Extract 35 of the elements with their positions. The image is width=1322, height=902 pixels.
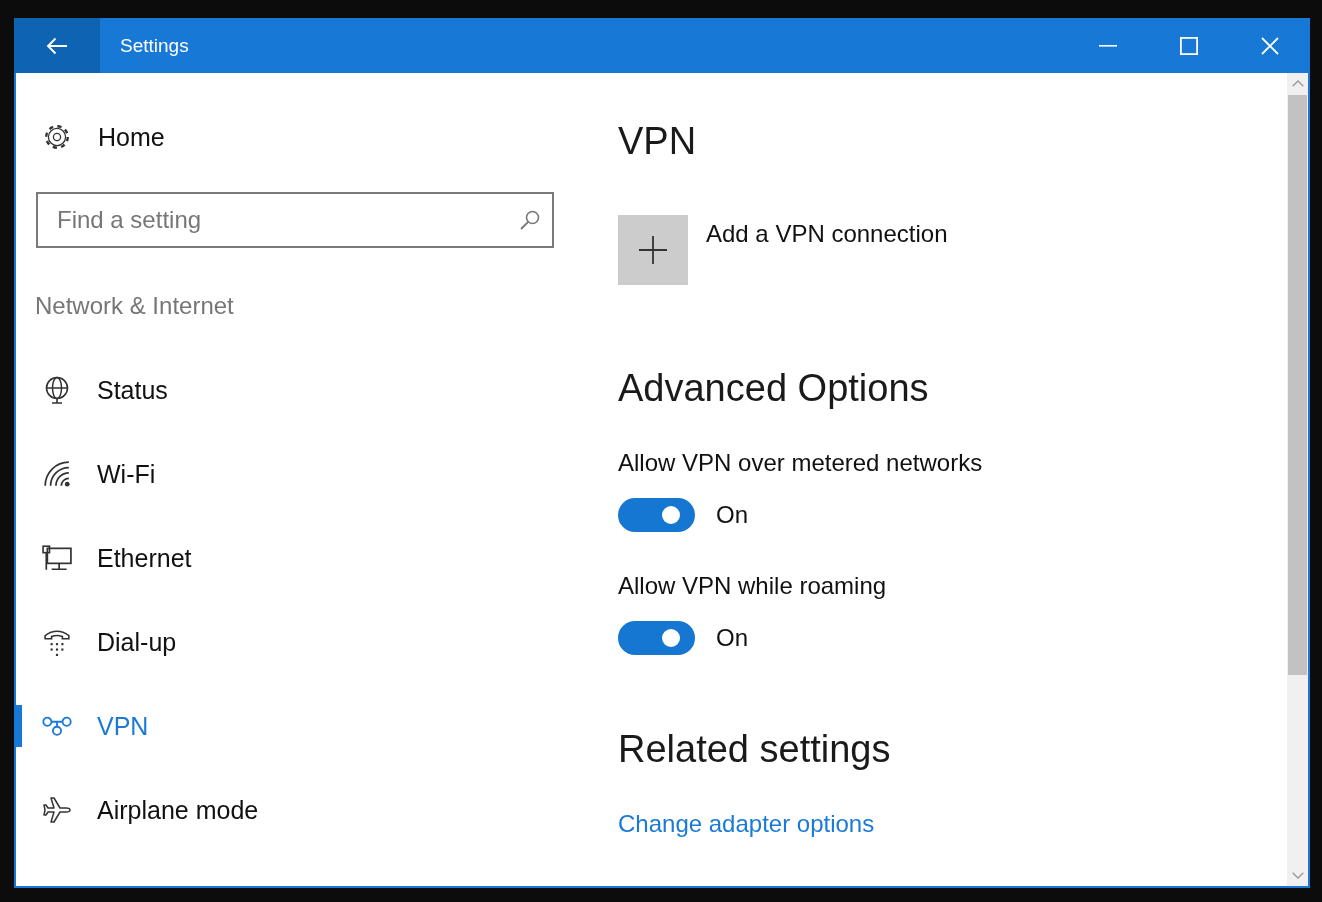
- setting-label: Allow VPN while roaming: [618, 571, 887, 601]
- nav-item[interactable]: Airplane mode: [16, 768, 596, 852]
- close-icon: [1260, 36, 1279, 55]
- nav-item[interactable]: Status: [16, 348, 596, 432]
- wifi-icon: [42, 460, 72, 488]
- nav-item[interactable]: Ethernet: [16, 516, 596, 600]
- nav-item[interactable]: Dial-up: [16, 600, 596, 684]
- back-arrow-icon: [46, 36, 68, 55]
- toggle-switch[interactable]: [618, 621, 695, 655]
- gear-icon: [44, 124, 70, 150]
- settings-link[interactable]: Change adapter options: [618, 809, 875, 839]
- nav-item[interactable]: Wi-Fi: [16, 432, 596, 516]
- home-link[interactable]: Home: [16, 113, 165, 161]
- phone-icon: [42, 628, 72, 656]
- setting-label: Allow VPN over metered networks: [618, 448, 983, 478]
- toggle-switch[interactable]: [618, 498, 695, 532]
- page-title: VPN: [618, 119, 697, 164]
- plus-icon: [618, 215, 688, 285]
- window-title: Settings: [120, 34, 189, 57]
- section-heading: Advanced Options: [618, 366, 929, 411]
- section-heading: Related settings: [618, 727, 891, 772]
- search-icon: [520, 210, 540, 230]
- airplane-icon: [42, 796, 72, 824]
- minimize-icon: [1098, 44, 1117, 47]
- section-heading: Network & Internet: [35, 291, 234, 321]
- chevron-down-icon[interactable]: [1291, 872, 1304, 879]
- add-vpn-button[interactable]: Add a VPN connection: [618, 215, 948, 285]
- toggle-state-label: On: [716, 624, 748, 652]
- monitor-icon: [42, 544, 72, 572]
- nav-item[interactable]: VPN: [16, 684, 596, 768]
- toggle-state-label: On: [716, 501, 748, 529]
- search-field[interactable]: Find a setting: [36, 192, 554, 248]
- maximize-icon: [1179, 36, 1198, 55]
- scrollbar-thumb[interactable]: [1288, 95, 1307, 675]
- chevron-up-icon[interactable]: [1291, 80, 1304, 87]
